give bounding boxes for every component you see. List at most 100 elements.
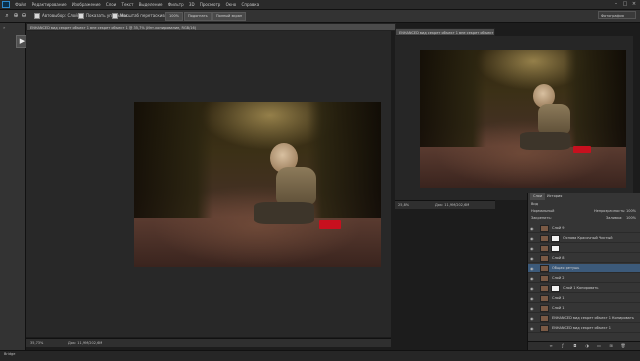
layer-name: Слой 1 — [552, 296, 565, 300]
layer-row[interactable]: ◉ Слой 9 — [528, 224, 640, 233]
document-size-secondary: Док: 11,9M/202,6M — [435, 203, 470, 207]
visibility-eye-icon[interactable]: ◉ — [530, 236, 535, 241]
layer-thumbnail — [540, 315, 549, 322]
layer-mask-thumbnail[interactable] — [551, 285, 560, 292]
opacity-label: Непрозрачность: — [594, 209, 626, 213]
zoom-tool-icon[interactable]: ⌕ — [3, 12, 11, 20]
menu-layer[interactable]: Слои — [104, 0, 118, 9]
visibility-eye-icon[interactable]: ◉ — [530, 286, 535, 291]
zoom-in-icon[interactable]: ⊕ — [12, 12, 20, 20]
collapse-arrows-icon[interactable]: » — [3, 25, 9, 30]
visibility-eye-icon[interactable]: ◉ — [530, 326, 535, 331]
layer-thumbnail — [540, 295, 549, 302]
layer-thumbnail — [540, 225, 549, 232]
link-layers-icon[interactable]: ∞ — [548, 343, 554, 349]
tools-panel: » ▶ — [0, 23, 29, 350]
layer-name: Слой 2 — [552, 276, 565, 280]
toy-car — [319, 220, 341, 229]
menu-help[interactable]: Справка — [240, 0, 262, 9]
add-mask-icon[interactable]: ◘ — [572, 343, 578, 349]
checkbox-icon — [78, 13, 84, 19]
visibility-eye-icon[interactable]: ◉ — [530, 276, 535, 281]
status-bar-secondary: 25,8% Док: 11,9M/202,6M — [395, 200, 495, 209]
layer-row[interactable]: ◉ ENHANCED вид секрет объект 1 — [528, 324, 640, 333]
layer-kind-select[interactable]: Вид — [531, 201, 538, 207]
layer-mask-thumbnail[interactable] — [551, 235, 560, 242]
layer-thumbnail — [540, 325, 549, 332]
layer-row[interactable]: ◉ Слой 1 — [528, 294, 640, 303]
layer-thumbnail — [540, 265, 549, 272]
checkbox-icon — [34, 13, 40, 19]
layer-thumbnail — [540, 255, 549, 262]
visibility-eye-icon[interactable]: ◉ — [530, 316, 535, 321]
document-tab-secondary[interactable]: ENHANCED вид секрет объект 1 вне секрет … — [395, 28, 495, 36]
fill-input[interactable]: 100% — [626, 215, 636, 221]
fill-screen-button[interactable]: Полный экран — [212, 12, 247, 21]
menu-select[interactable]: Выделение — [137, 0, 165, 9]
layer-row[interactable]: ◉ Слой 8 — [528, 254, 640, 263]
layer-thumbnail — [540, 305, 549, 312]
new-group-icon[interactable]: ▭ — [596, 343, 602, 349]
layer-style-icon[interactable]: ƒ — [560, 343, 566, 349]
layer-name: Общая ретушь — [552, 266, 580, 270]
delete-layer-icon[interactable]: 🗑 — [620, 343, 626, 349]
blend-mode-select[interactable]: Нормальный — [531, 208, 554, 214]
menu-3d[interactable]: 3D — [187, 0, 197, 9]
layer-row[interactable]: ◉ Слой 2 — [528, 274, 640, 283]
minimize-icon[interactable]: – — [612, 1, 620, 7]
layer-name: ENHANCED вид секрет объект 1 — [552, 326, 611, 330]
menu-view[interactable]: Просмотр — [198, 0, 223, 9]
auto-select-checkbox[interactable]: Автовыбор: Слой — [34, 12, 78, 20]
visibility-eye-icon[interactable]: ◉ — [530, 266, 535, 271]
menu-window[interactable]: Окно — [224, 0, 239, 9]
subject-body — [276, 167, 316, 205]
visibility-eye-icon[interactable]: ◉ — [530, 296, 535, 301]
layer-mask-thumbnail[interactable] — [551, 245, 560, 252]
visibility-eye-icon[interactable]: ◉ — [530, 256, 535, 261]
adjustment-layer-icon[interactable]: ◑ — [584, 343, 590, 349]
subject-legs — [254, 202, 314, 224]
lock-label: Закрепить: — [531, 216, 552, 220]
fit-screen-button[interactable]: Подогнать — [184, 12, 212, 21]
document-tab-main[interactable]: ENHANCED вид секрет объект 1 вне секрет … — [26, 23, 396, 31]
layer-row[interactable]: ◉ Слой 1 Копировать — [528, 284, 640, 293]
maximize-icon[interactable]: □ — [621, 1, 629, 7]
layer-thumbnail — [540, 275, 549, 282]
document-canvas-main[interactable] — [26, 31, 391, 337]
layer-name: Слой 9 — [552, 226, 565, 230]
new-layer-icon[interactable]: ⊞ — [608, 343, 614, 349]
layer-row[interactable]: ◉ Основа Красочный Чистый — [528, 234, 640, 243]
layer-row[interactable]: ◉ — [528, 244, 640, 253]
layer-thumbnail — [540, 245, 549, 252]
zoom-100-button[interactable]: 100% — [165, 12, 184, 21]
layer-row[interactable]: ◉ ENHANCED вид секрет объект 1 Копировать — [528, 314, 640, 323]
subject-legs-secondary — [520, 132, 570, 150]
options-bar: ⌕ ⊕ ⊖ Автовыбор: Слой Показать упр. элем… — [0, 10, 640, 23]
zoom-level[interactable]: 35,73% — [30, 339, 43, 347]
layer-thumbnail — [540, 285, 549, 292]
tab-history[interactable]: История — [544, 193, 565, 200]
photo-main — [134, 102, 381, 267]
tab-layers[interactable]: Слои — [530, 193, 546, 200]
layer-filter-row: Вид — [528, 201, 640, 207]
close-icon[interactable]: × — [630, 1, 638, 7]
layer-row[interactable]: ◉ Общая ретушь — [528, 264, 640, 273]
menu-edit[interactable]: Редактирование — [30, 0, 69, 9]
opacity-input[interactable]: 100% — [626, 208, 636, 214]
menu-filter[interactable]: Фильтр — [166, 0, 186, 9]
layer-name: Слой 8 — [552, 256, 565, 260]
menu-file[interactable]: Файл — [13, 0, 28, 9]
menu-type[interactable]: Текст — [120, 0, 136, 9]
visibility-eye-icon[interactable]: ◉ — [530, 226, 535, 231]
layer-row[interactable]: ◉ Слой 1 — [528, 304, 640, 313]
layer-name: Слой 1 — [552, 306, 565, 310]
zoom-out-icon[interactable]: ⊖ — [20, 12, 28, 20]
layer-thumbnail — [540, 235, 549, 242]
zoom-level-secondary[interactable]: 25,8% — [398, 201, 409, 209]
visibility-eye-icon[interactable]: ◉ — [530, 306, 535, 311]
menu-image[interactable]: Изображение — [70, 0, 103, 9]
visibility-eye-icon[interactable]: ◉ — [530, 246, 535, 251]
bridge-tab[interactable]: Bridge — [4, 352, 15, 356]
blend-opacity-row: Нормальный Непрозрачность: 100% — [528, 208, 640, 214]
workspace-select[interactable]: Фотография — [598, 11, 636, 19]
